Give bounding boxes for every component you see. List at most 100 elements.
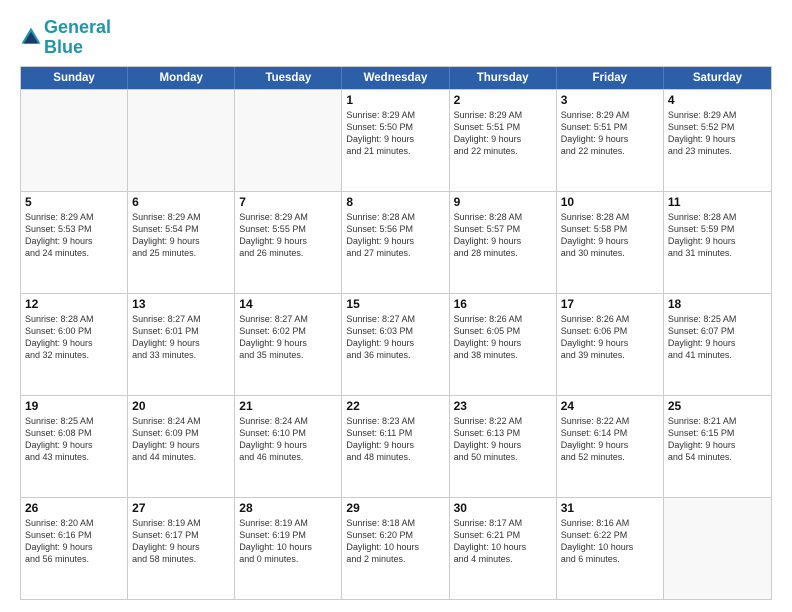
cell-info: Sunrise: 8:26 AM Sunset: 6:05 PM Dayligh…	[454, 313, 552, 362]
cell-info: Sunrise: 8:22 AM Sunset: 6:13 PM Dayligh…	[454, 415, 552, 464]
day-number: 9	[454, 195, 552, 209]
cell-info: Sunrise: 8:24 AM Sunset: 6:10 PM Dayligh…	[239, 415, 337, 464]
day-number: 20	[132, 399, 230, 413]
cell-info: Sunrise: 8:16 AM Sunset: 6:22 PM Dayligh…	[561, 517, 659, 566]
day-number: 18	[668, 297, 767, 311]
cell-info: Sunrise: 8:29 AM Sunset: 5:51 PM Dayligh…	[454, 109, 552, 158]
cell-info: Sunrise: 8:22 AM Sunset: 6:14 PM Dayligh…	[561, 415, 659, 464]
day-cell-10: 10 Sunrise: 8:28 AM Sunset: 5:58 PM Dayli…	[557, 192, 664, 293]
cell-info: Sunrise: 8:25 AM Sunset: 6:07 PM Dayligh…	[668, 313, 767, 362]
calendar-header: SundayMondayTuesdayWednesdayThursdayFrid…	[21, 67, 771, 89]
day-cell-11: 11 Sunrise: 8:28 AM Sunset: 5:59 PM Dayli…	[664, 192, 771, 293]
cell-info: Sunrise: 8:25 AM Sunset: 6:08 PM Dayligh…	[25, 415, 123, 464]
empty-cell	[128, 90, 235, 191]
day-cell-7: 7 Sunrise: 8:29 AM Sunset: 5:55 PM Daylig…	[235, 192, 342, 293]
day-cell-20: 20Sunrise: 8:24 AM Sunset: 6:09 PM Dayli…	[128, 396, 235, 497]
cell-info: Sunrise: 8:18 AM Sunset: 6:20 PM Dayligh…	[346, 517, 444, 566]
day-number: 11	[668, 195, 767, 209]
day-cell-16: 16 Sunrise: 8:26 AM Sunset: 6:05 PM Dayli…	[450, 294, 557, 395]
day-cell-28: 28 Sunrise: 8:19 AM Sunset: 6:19 PM Dayli…	[235, 498, 342, 599]
day-cell-31: 31Sunrise: 8:16 AM Sunset: 6:22 PM Dayli…	[557, 498, 664, 599]
cell-info: Sunrise: 8:29 AM Sunset: 5:55 PM Dayligh…	[239, 211, 337, 260]
day-cell-15: 15Sunrise: 8:27 AM Sunset: 6:03 PM Dayli…	[342, 294, 449, 395]
header-day-friday: Friday	[557, 67, 664, 89]
cell-info: Sunrise: 8:29 AM Sunset: 5:51 PM Dayligh…	[561, 109, 659, 158]
day-cell-1: 1Sunrise: 8:29 AM Sunset: 5:50 PM Daylig…	[342, 90, 449, 191]
cell-info: Sunrise: 8:26 AM Sunset: 6:06 PM Dayligh…	[561, 313, 659, 362]
day-number: 13	[132, 297, 230, 311]
logo-text: General Blue	[44, 18, 111, 58]
empty-cell	[664, 498, 771, 599]
header-day-tuesday: Tuesday	[235, 67, 342, 89]
day-cell-22: 22 Sunrise: 8:23 AM Sunset: 6:11 PM Dayli…	[342, 396, 449, 497]
cell-info: Sunrise: 8:29 AM Sunset: 5:54 PM Dayligh…	[132, 211, 230, 260]
day-number: 26	[25, 501, 123, 515]
day-number: 12	[25, 297, 123, 311]
calendar-body: 1Sunrise: 8:29 AM Sunset: 5:50 PM Daylig…	[21, 89, 771, 599]
day-cell-25: 25 Sunrise: 8:21 AM Sunset: 6:15 PM Dayli…	[664, 396, 771, 497]
cell-info: Sunrise: 8:29 AM Sunset: 5:52 PM Dayligh…	[668, 109, 767, 158]
cell-info: Sunrise: 8:28 AM Sunset: 5:58 PM Dayligh…	[561, 211, 659, 260]
day-number: 27	[132, 501, 230, 515]
cell-info: Sunrise: 8:28 AM Sunset: 5:59 PM Dayligh…	[668, 211, 767, 260]
week-row-1: 1Sunrise: 8:29 AM Sunset: 5:50 PM Daylig…	[21, 89, 771, 191]
empty-cell	[21, 90, 128, 191]
day-number: 8	[346, 195, 444, 209]
week-row-5: 26Sunrise: 8:20 AM Sunset: 6:16 PM Dayli…	[21, 497, 771, 599]
cell-info: Sunrise: 8:28 AM Sunset: 6:00 PM Dayligh…	[25, 313, 123, 362]
cell-info: Sunrise: 8:27 AM Sunset: 6:02 PM Dayligh…	[239, 313, 337, 362]
cell-info: Sunrise: 8:19 AM Sunset: 6:19 PM Dayligh…	[239, 517, 337, 566]
day-cell-14: 14 Sunrise: 8:27 AM Sunset: 6:02 PM Dayli…	[235, 294, 342, 395]
logo-icon	[20, 26, 42, 48]
week-row-4: 19 Sunrise: 8:25 AM Sunset: 6:08 PM Dayli…	[21, 395, 771, 497]
header-day-monday: Monday	[128, 67, 235, 89]
day-number: 25	[668, 399, 767, 413]
week-row-2: 5Sunrise: 8:29 AM Sunset: 5:53 PM Daylig…	[21, 191, 771, 293]
header-day-thursday: Thursday	[450, 67, 557, 89]
day-number: 21	[239, 399, 337, 413]
day-cell-21: 21 Sunrise: 8:24 AM Sunset: 6:10 PM Dayli…	[235, 396, 342, 497]
day-number: 22	[346, 399, 444, 413]
day-cell-6: 6 Sunrise: 8:29 AM Sunset: 5:54 PM Daylig…	[128, 192, 235, 293]
day-number: 30	[454, 501, 552, 515]
day-number: 7	[239, 195, 337, 209]
day-cell-8: 8 Sunrise: 8:28 AM Sunset: 5:56 PM Daylig…	[342, 192, 449, 293]
day-number: 29	[346, 501, 444, 515]
day-cell-27: 27 Sunrise: 8:19 AM Sunset: 6:17 PM Dayli…	[128, 498, 235, 599]
header-day-wednesday: Wednesday	[342, 67, 449, 89]
header: General Blue	[20, 18, 772, 58]
cell-info: Sunrise: 8:29 AM Sunset: 5:50 PM Dayligh…	[346, 109, 444, 158]
page: General Blue SundayMondayTuesdayWednesda…	[0, 0, 792, 612]
cell-info: Sunrise: 8:27 AM Sunset: 6:03 PM Dayligh…	[346, 313, 444, 362]
calendar: SundayMondayTuesdayWednesdayThursdayFrid…	[20, 66, 772, 600]
logo: General Blue	[20, 18, 111, 58]
cell-info: Sunrise: 8:28 AM Sunset: 5:57 PM Dayligh…	[454, 211, 552, 260]
cell-info: Sunrise: 8:21 AM Sunset: 6:15 PM Dayligh…	[668, 415, 767, 464]
day-cell-17: 17 Sunrise: 8:26 AM Sunset: 6:06 PM Dayli…	[557, 294, 664, 395]
day-cell-2: 2Sunrise: 8:29 AM Sunset: 5:51 PM Daylig…	[450, 90, 557, 191]
day-cell-19: 19 Sunrise: 8:25 AM Sunset: 6:08 PM Dayli…	[21, 396, 128, 497]
cell-info: Sunrise: 8:23 AM Sunset: 6:11 PM Dayligh…	[346, 415, 444, 464]
day-cell-4: 4 Sunrise: 8:29 AM Sunset: 5:52 PM Daylig…	[664, 90, 771, 191]
day-cell-5: 5Sunrise: 8:29 AM Sunset: 5:53 PM Daylig…	[21, 192, 128, 293]
day-number: 17	[561, 297, 659, 311]
day-number: 14	[239, 297, 337, 311]
cell-info: Sunrise: 8:19 AM Sunset: 6:17 PM Dayligh…	[132, 517, 230, 566]
day-number: 19	[25, 399, 123, 413]
cell-info: Sunrise: 8:27 AM Sunset: 6:01 PM Dayligh…	[132, 313, 230, 362]
cell-info: Sunrise: 8:28 AM Sunset: 5:56 PM Dayligh…	[346, 211, 444, 260]
day-number: 3	[561, 93, 659, 107]
day-number: 6	[132, 195, 230, 209]
day-cell-18: 18 Sunrise: 8:25 AM Sunset: 6:07 PM Dayli…	[664, 294, 771, 395]
day-number: 10	[561, 195, 659, 209]
header-day-sunday: Sunday	[21, 67, 128, 89]
day-number: 28	[239, 501, 337, 515]
day-number: 16	[454, 297, 552, 311]
day-number: 23	[454, 399, 552, 413]
day-cell-9: 9 Sunrise: 8:28 AM Sunset: 5:57 PM Daylig…	[450, 192, 557, 293]
empty-cell	[235, 90, 342, 191]
day-number: 5	[25, 195, 123, 209]
day-cell-26: 26Sunrise: 8:20 AM Sunset: 6:16 PM Dayli…	[21, 498, 128, 599]
day-number: 4	[668, 93, 767, 107]
day-cell-12: 12 Sunrise: 8:28 AM Sunset: 6:00 PM Dayli…	[21, 294, 128, 395]
